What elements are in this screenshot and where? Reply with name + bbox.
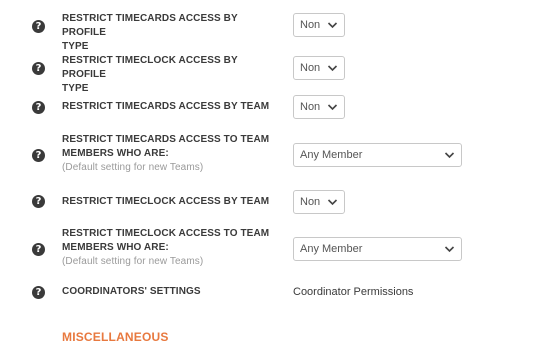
setting-label: RESTRICT TIMECARDS ACCESS BY TEAM <box>62 100 272 114</box>
select-value: Any Member <box>300 243 363 255</box>
setting-label-line2: TYPE <box>62 83 89 94</box>
timeclock-team-members-select[interactable]: Any Member <box>293 237 462 261</box>
select-value: Non <box>300 19 321 31</box>
chevron-down-icon <box>327 22 338 29</box>
setting-label-line1: RESTRICT TIMECARDS ACCESS BY TEAM <box>62 101 270 112</box>
chevron-down-icon <box>444 152 455 159</box>
help-icon[interactable]: ? <box>32 101 45 114</box>
setting-label-line2: TYPE <box>62 41 89 52</box>
coordinator-permissions-link[interactable]: Coordinator Permissions <box>293 285 413 299</box>
setting-label-line1: RESTRICT TIMECARDS ACCESS TO TEAM <box>62 134 270 145</box>
select-value: Non <box>300 62 321 74</box>
section-title-miscellaneous: MISCELLANEOUS <box>62 330 169 344</box>
help-icon[interactable]: ? <box>32 20 45 33</box>
setting-label-line1: RESTRICT TIMECLOCK ACCESS BY TEAM <box>62 196 270 207</box>
setting-label: COORDINATORS' SETTINGS <box>62 285 272 299</box>
chevron-down-icon <box>327 104 338 111</box>
timecards-profile-type-select[interactable]: Non <box>293 13 345 37</box>
setting-label: RESTRICT TIMECARDS ACCESS BY PROFILE TYP… <box>62 12 272 54</box>
select-value: Non <box>300 196 321 208</box>
setting-label: RESTRICT TIMECARDS ACCESS TO TEAM MEMBER… <box>62 133 272 175</box>
setting-label: RESTRICT TIMECLOCK ACCESS BY PROFILE TYP… <box>62 54 272 96</box>
select-value: Non <box>300 101 321 113</box>
setting-label-line1: RESTRICT TIMECLOCK ACCESS BY PROFILE <box>62 55 238 80</box>
timeclock-team-select[interactable]: Non <box>293 190 345 214</box>
setting-label-line1: RESTRICT TIMECLOCK ACCESS TO TEAM <box>62 228 270 239</box>
setting-label-line1: COORDINATORS' SETTINGS <box>62 286 201 297</box>
help-icon[interactable]: ? <box>32 149 45 162</box>
setting-label: RESTRICT TIMECLOCK ACCESS TO TEAM MEMBER… <box>62 227 272 269</box>
setting-sublabel: (Default setting for new Teams) <box>62 256 204 267</box>
setting-label-line1: RESTRICT TIMECARDS ACCESS BY PROFILE <box>62 13 238 38</box>
setting-sublabel: (Default setting for new Teams) <box>62 162 204 173</box>
chevron-down-icon <box>444 246 455 253</box>
chevron-down-icon <box>327 65 338 72</box>
timeclock-profile-type-select[interactable]: Non <box>293 56 345 80</box>
setting-label: RESTRICT TIMECLOCK ACCESS BY TEAM <box>62 195 272 209</box>
chevron-down-icon <box>327 199 338 206</box>
timecards-team-members-select[interactable]: Any Member <box>293 143 462 167</box>
timecards-team-select[interactable]: Non <box>293 95 345 119</box>
setting-label-line2: MEMBERS WHO ARE: <box>62 242 169 253</box>
setting-label-line2: MEMBERS WHO ARE: <box>62 148 169 159</box>
select-value: Any Member <box>300 149 363 161</box>
help-icon[interactable]: ? <box>32 62 45 75</box>
help-icon[interactable]: ? <box>32 243 45 256</box>
help-icon[interactable]: ? <box>32 195 45 208</box>
help-icon[interactable]: ? <box>32 286 45 299</box>
